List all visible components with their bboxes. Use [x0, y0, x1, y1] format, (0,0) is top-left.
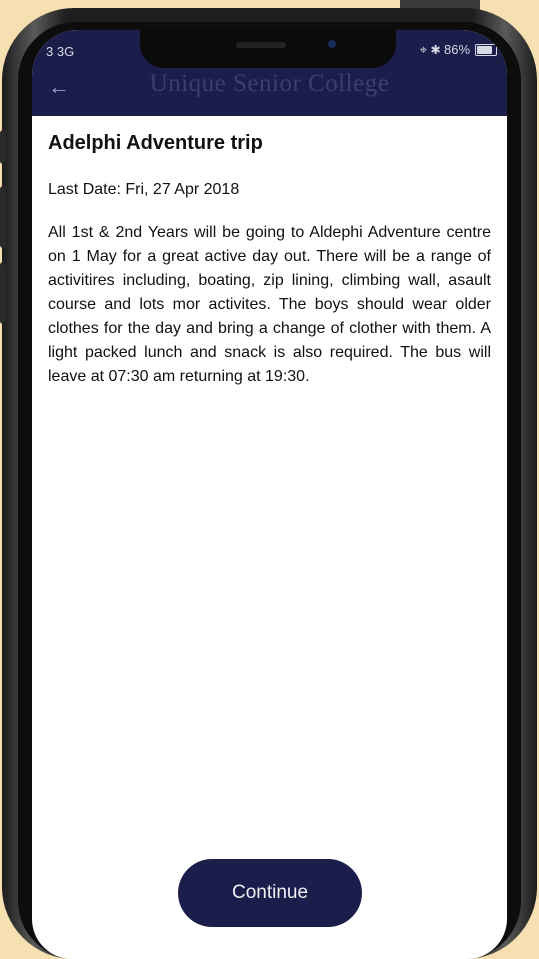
- status-carrier: 3 3G: [46, 44, 75, 59]
- mute-switch: [0, 130, 6, 164]
- app-title: Unique Senior College: [149, 70, 390, 97]
- app-header: 3 3G ⌖ ✱ 86% ← Unique Senior College: [32, 30, 507, 116]
- last-date: Last Date: Fri, 27 Apr 2018: [48, 181, 240, 198]
- notch: [140, 30, 396, 68]
- volume-down-button: [0, 262, 6, 324]
- status-indicators: ⌖ ✱ 86%: [420, 42, 497, 58]
- status-right-text: ⌖ ✱ 86%: [419, 42, 470, 57]
- notice-description: All 1st & 2nd Years will be going to Ald…: [48, 224, 491, 385]
- battery-icon: [475, 44, 497, 56]
- camera-icon: [328, 40, 336, 48]
- notice-content: Adelphi Adventure trip Last Date: Fri, 2…: [32, 116, 507, 389]
- volume-up-button: [0, 186, 6, 248]
- phone-screen: 3 3G ⌖ ✱ 86% ← Unique Senior College Ade…: [32, 30, 507, 959]
- continue-button[interactable]: Continue: [178, 859, 362, 927]
- notice-title: Adelphi Adventure trip: [48, 132, 263, 154]
- speaker: [236, 42, 286, 48]
